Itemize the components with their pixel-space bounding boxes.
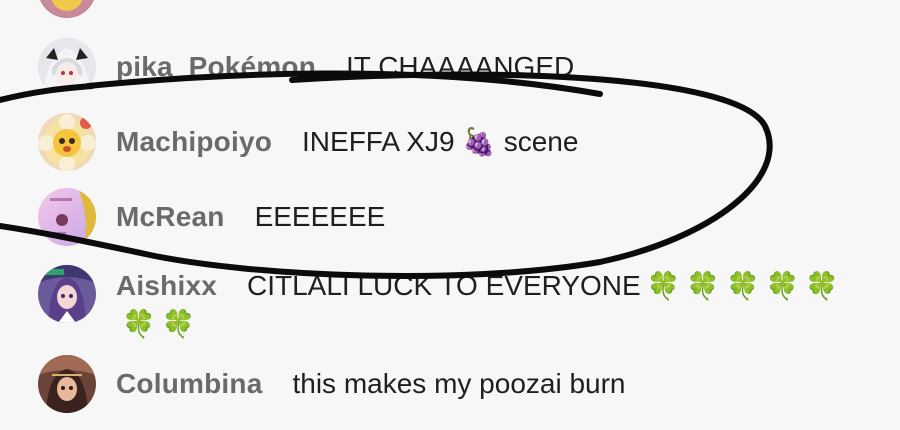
comment-username[interactable]: pika_Pokémon: [116, 51, 316, 82]
comment-message: Machipoiyo INEFFA XJ9 🍇 scene: [116, 123, 860, 161]
dark-hair-character-avatar-icon[interactable]: [38, 355, 96, 413]
avatar-art: [38, 355, 96, 413]
purple-hair-character-avatar-icon[interactable]: [38, 265, 96, 323]
flower-face-avatar-icon[interactable]: [38, 113, 96, 171]
anime-girl-white-hair-avatar-icon[interactable]: [38, 38, 96, 96]
comment-username[interactable]: Aishixx: [116, 270, 217, 301]
comment-username[interactable]: McRean: [116, 201, 225, 232]
comment-username[interactable]: Machipoiyo: [116, 126, 272, 157]
avatar-art: [38, 113, 96, 171]
comment-message: McRean EEEEEEE: [116, 198, 860, 235]
four-leaf-clover-icon: 🍀: [161, 309, 196, 339]
avatar-art: [38, 38, 96, 96]
grapes-icon: 🍇: [462, 127, 496, 157]
comment-message: pika_Pokémon IT CHAAAANGED: [116, 48, 860, 85]
avatar-cut-off[interactable]: [38, 0, 96, 18]
comment-message: Columbina this makes my poozai burn: [116, 365, 860, 402]
four-leaf-clover-icon: 🍀: [765, 271, 800, 301]
four-leaf-clover-icon: 🍀: [646, 271, 681, 301]
comment-text: IT CHAAAANGED: [346, 51, 575, 82]
comment-text: INEFFA XJ9 🍇 scene: [302, 126, 578, 157]
pink-sticker-avatar-icon[interactable]: [38, 188, 96, 246]
avatar-art: [38, 188, 96, 246]
four-leaf-clover-icon: 🍀: [725, 271, 760, 301]
comment-text: this makes my poozai burn: [292, 368, 626, 399]
comment-text-part: INEFFA XJ9: [302, 126, 455, 157]
avatar-art: [38, 265, 96, 323]
comment-username[interactable]: Columbina: [116, 368, 262, 399]
four-leaf-clover-icon: 🍀: [686, 271, 720, 301]
comment-text: CITLALI LUCK TO EVERYONE: [247, 270, 641, 301]
four-leaf-clover-icon: 🍀: [805, 271, 839, 301]
comment-text-part: scene: [503, 126, 579, 157]
comment-text: EEEEEEE: [254, 201, 386, 232]
comment-message: Aishixx CITLALI LUCK TO EVERYONE 🍀 🍀 🍀 🍀 🍀🍀 🍀: [116, 267, 860, 343]
four-leaf-clover-icon: 🍀: [122, 309, 156, 339]
live-chat-comments: pika_Pokémon IT CHAAAANGED Machipoiyo INEF…: [0, 0, 900, 430]
